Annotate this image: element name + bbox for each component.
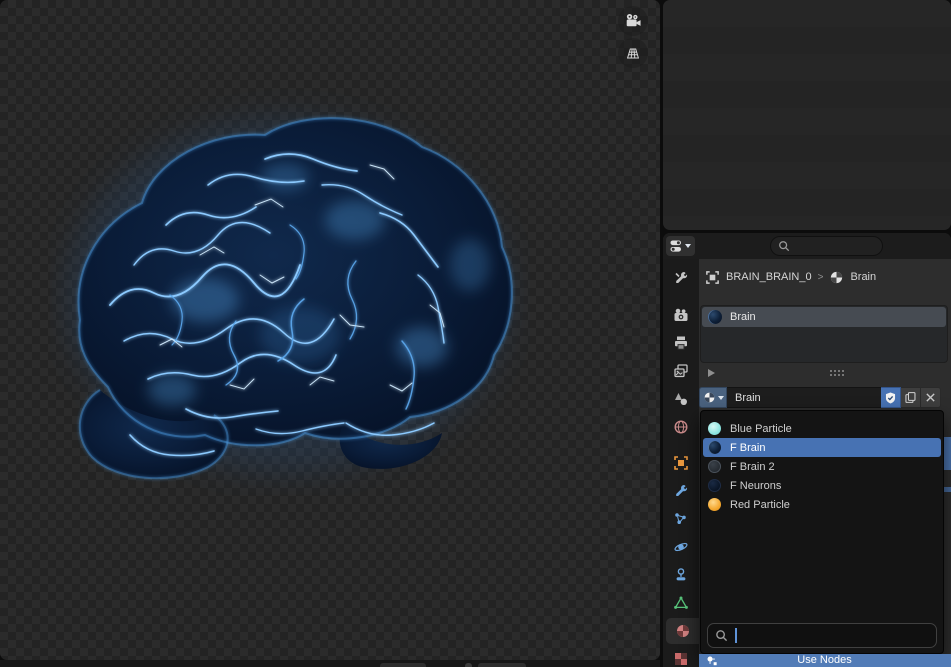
- material-select-dropdown: Blue Particle F Brain F Brain 2 F Neuron…: [700, 410, 944, 654]
- material-option-f-neurons[interactable]: F Neurons: [703, 476, 941, 495]
- material-preview-cyan-icon: [708, 422, 721, 435]
- tab-view-layer[interactable]: [663, 358, 699, 384]
- material-option-label: F Neurons: [730, 479, 782, 492]
- material-preview-dark-blue-icon: [708, 441, 721, 454]
- breadcrumb: BRAIN_BRAIN_0 > Brain: [705, 267, 876, 287]
- shield-check-icon: [885, 391, 896, 403]
- breadcrumb-separator: >: [817, 271, 824, 283]
- panel-grip-handle[interactable]: [829, 369, 844, 376]
- blender-window: BRAIN_BRAIN_0 > Brain Brain Brain Blue P…: [0, 0, 951, 667]
- properties-editor-icon: [670, 240, 681, 252]
- unlink-material-button[interactable]: [921, 387, 941, 408]
- mesh-data-icon: [674, 596, 688, 609]
- text-cursor: [735, 628, 737, 643]
- material-sphere-icon: [831, 271, 843, 283]
- fake-user-shield-button[interactable]: [881, 387, 901, 408]
- particles-icon: [675, 513, 686, 524]
- editor-type-button[interactable]: [666, 236, 695, 256]
- material-option-label: F Brain: [730, 441, 766, 454]
- tab-render[interactable]: [663, 302, 699, 328]
- material-slots-list[interactable]: Brain: [700, 305, 948, 363]
- output-icon: [675, 336, 687, 350]
- breadcrumb-object[interactable]: BRAIN_BRAIN_0: [726, 271, 812, 283]
- tab-output[interactable]: [663, 330, 699, 356]
- render-icon: [674, 308, 688, 321]
- hidden-button-sliver: [944, 487, 951, 492]
- tab-constraints[interactable]: [663, 562, 699, 588]
- material-option-f-brain[interactable]: F Brain: [703, 438, 941, 457]
- physics-icon: [674, 542, 688, 552]
- panel-expand-arrow-icon[interactable]: [708, 369, 715, 377]
- hidden-button-sliver: [944, 437, 951, 470]
- tab-texture[interactable]: [663, 646, 699, 667]
- texture-icon: [675, 653, 687, 665]
- tab-modifiers[interactable]: [663, 478, 699, 504]
- use-nodes-label: Use Nodes: [797, 654, 852, 666]
- material-search-field[interactable]: [707, 623, 937, 648]
- object-data-icon: [706, 270, 719, 284]
- material-slot-label: Brain: [730, 311, 756, 323]
- material-option-red-particle[interactable]: Red Particle: [703, 495, 941, 514]
- tool-icon: [675, 272, 688, 283]
- material-sphere-icon: [704, 392, 714, 403]
- scene-icon: [675, 393, 687, 405]
- tab-object-data[interactable]: [663, 590, 699, 616]
- timeline-dot-hint: [465, 663, 472, 667]
- tab-physics[interactable]: [663, 534, 699, 560]
- tab-scene[interactable]: [663, 386, 699, 412]
- camera-view-icon: [626, 13, 641, 27]
- browse-material-button[interactable]: [699, 387, 727, 408]
- world-icon: [674, 420, 688, 434]
- chevron-down-icon: [717, 395, 724, 400]
- material-name-field[interactable]: Brain: [727, 387, 881, 408]
- copy-icon: [905, 392, 916, 403]
- camera-view-gizmo[interactable]: [618, 6, 648, 36]
- properties-tab-rail: [663, 259, 699, 667]
- material-datablock-row: Brain: [699, 387, 941, 408]
- duplicate-material-button[interactable]: [901, 387, 921, 408]
- chevron-down-icon: [685, 244, 691, 248]
- material-name-value: Brain: [735, 391, 761, 404]
- tab-particles[interactable]: [663, 506, 699, 532]
- brain-render: [66, 117, 513, 480]
- material-option-label: F Brain 2: [730, 460, 775, 473]
- grid-floor-gizmo[interactable]: [618, 38, 648, 68]
- grid-floor-icon: [626, 48, 640, 59]
- modifier-wrench-icon: [676, 485, 688, 496]
- timeline-strip: [0, 660, 660, 667]
- close-icon: [926, 393, 935, 402]
- empty-editor-panel: [663, 0, 951, 230]
- material-preview-grey-icon: [708, 460, 721, 473]
- search-icon: [779, 241, 790, 252]
- material-nodes-icon: [707, 656, 717, 665]
- material-option-f-brain-2[interactable]: F Brain 2: [703, 457, 941, 476]
- breadcrumb-material[interactable]: Brain: [850, 271, 876, 283]
- material-preview-icon: [708, 310, 722, 324]
- material-slot-row[interactable]: Brain: [702, 307, 946, 327]
- object-icon: [674, 456, 688, 470]
- viewport-3d[interactable]: [0, 0, 660, 660]
- constraints-icon: [676, 568, 686, 581]
- material-option-label: Red Particle: [730, 498, 790, 511]
- material-option-label: Blue Particle: [730, 422, 792, 435]
- tab-material[interactable]: [666, 618, 699, 644]
- material-preview-navy-icon: [708, 479, 721, 492]
- search-icon: [716, 630, 728, 642]
- timeline-button-hint: [380, 663, 426, 667]
- use-nodes-button[interactable]: Use Nodes: [699, 654, 951, 667]
- material-preview-orange-icon: [708, 498, 721, 511]
- material-icon: [676, 625, 689, 637]
- tab-object[interactable]: [663, 450, 699, 476]
- tab-tool[interactable]: [663, 265, 699, 291]
- timeline-button-hint: [478, 663, 526, 667]
- tab-world[interactable]: [663, 414, 699, 440]
- properties-header: [663, 233, 951, 259]
- material-option-blue-particle[interactable]: Blue Particle: [703, 419, 941, 438]
- properties-search-field[interactable]: [770, 236, 883, 256]
- view-layer-icon: [674, 364, 688, 378]
